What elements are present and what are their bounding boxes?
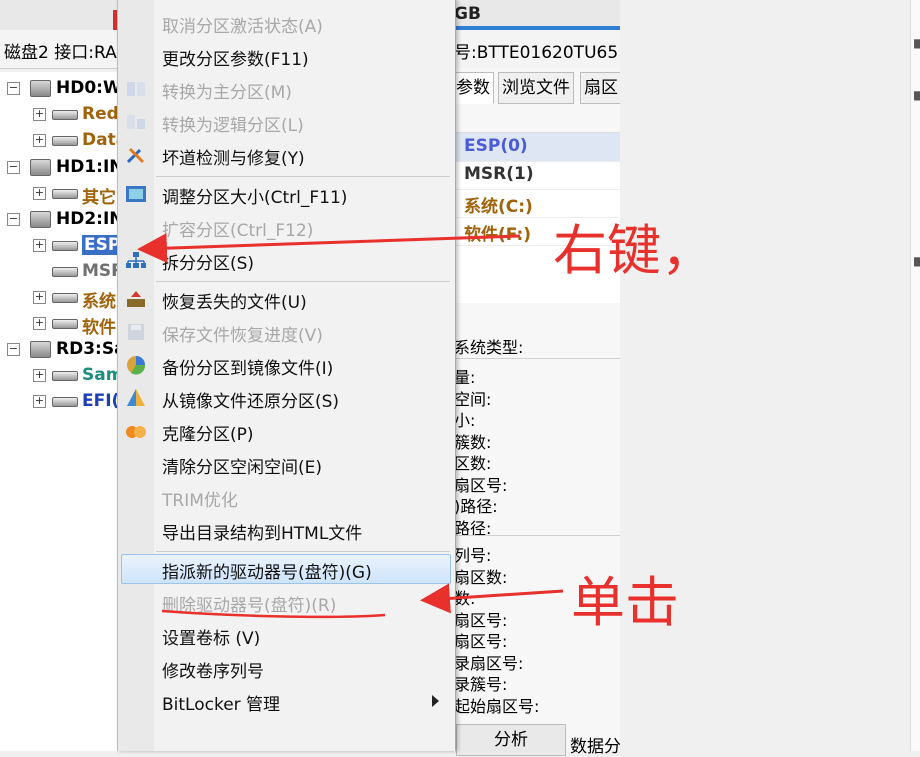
right-click-arrow xyxy=(137,233,521,264)
menu-item-underline xyxy=(161,609,386,619)
annotation-layer xyxy=(137,233,564,619)
click-arrow xyxy=(420,583,564,614)
right-click-note: 右键， xyxy=(553,219,715,282)
click-note: 单击 xyxy=(571,571,679,634)
